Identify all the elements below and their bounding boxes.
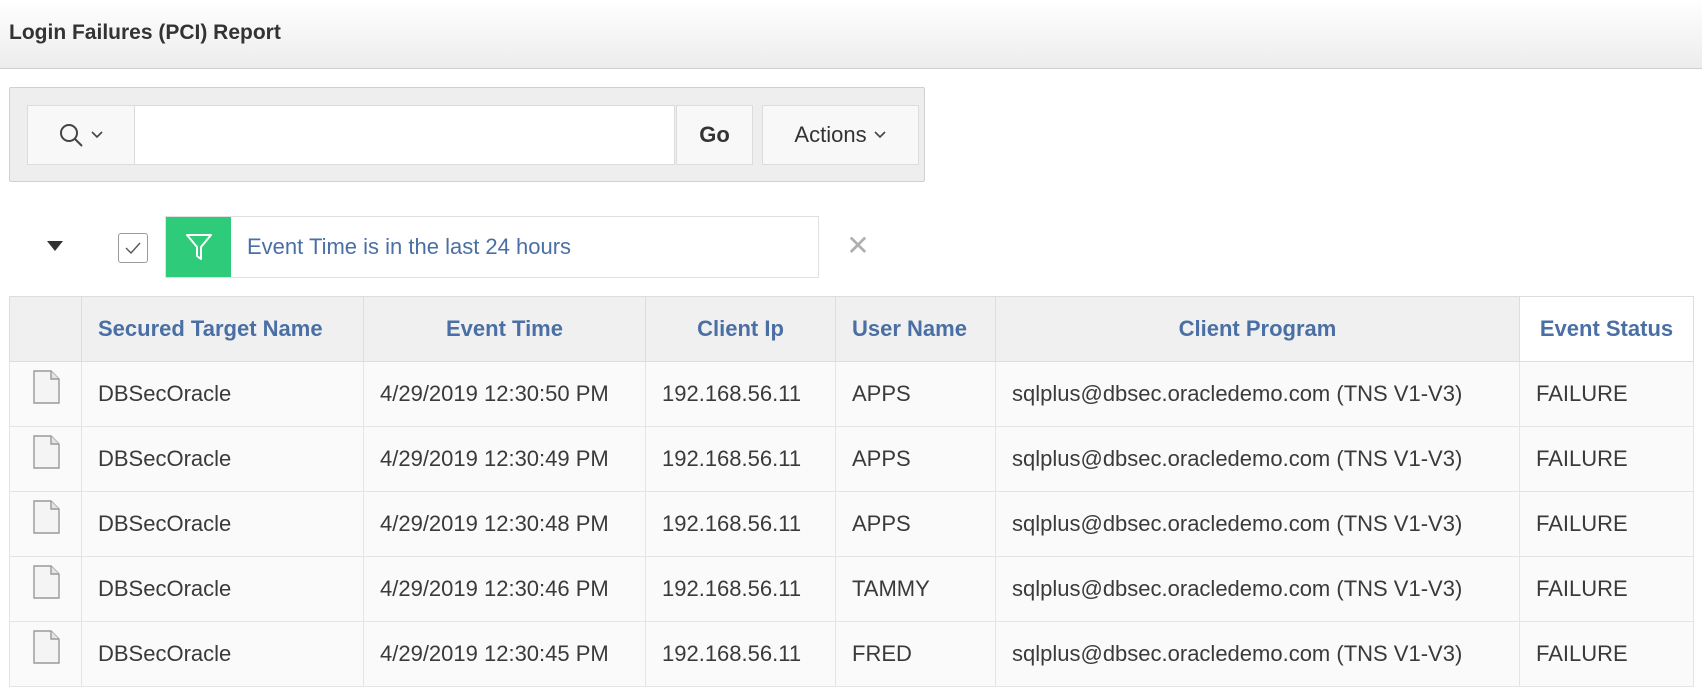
cell-event-status: FAILURE bbox=[1519, 426, 1694, 492]
cell-event-time: 4/29/2019 12:30:48 PM bbox=[363, 491, 646, 557]
column-header-client-program[interactable]: Client Program bbox=[995, 296, 1520, 362]
cell-client-program: sqlplus@dbsec.oracledemo.com (TNS V1-V3) bbox=[995, 491, 1520, 557]
cell-event-time: 4/29/2019 12:30:45 PM bbox=[363, 621, 646, 687]
cell-user-name: TAMMY bbox=[835, 556, 996, 622]
search-toolbar: Go Actions bbox=[9, 87, 925, 182]
column-header-link bbox=[9, 296, 82, 362]
collapse-toggle-icon[interactable] bbox=[45, 236, 65, 256]
go-button[interactable]: Go bbox=[676, 105, 753, 165]
filter-enable-checkbox[interactable] bbox=[118, 233, 148, 263]
row-detail-link[interactable] bbox=[9, 361, 82, 427]
cell-user-name: APPS bbox=[835, 426, 996, 492]
row-detail-link[interactable] bbox=[9, 426, 82, 492]
table-row: DBSecOracle 4/29/2019 12:30:49 PM 192.16… bbox=[9, 426, 1694, 492]
cell-event-status: FAILURE bbox=[1519, 491, 1694, 557]
table-row: DBSecOracle 4/29/2019 12:30:50 PM 192.16… bbox=[9, 361, 1694, 427]
filter-text[interactable]: Event Time is in the last 24 hours bbox=[247, 234, 571, 260]
cell-event-time: 4/29/2019 12:30:46 PM bbox=[363, 556, 646, 622]
table-row: DBSecOracle 4/29/2019 12:30:46 PM 192.16… bbox=[9, 556, 1694, 622]
table-row: DBSecOracle 4/29/2019 12:30:48 PM 192.16… bbox=[9, 491, 1694, 557]
cell-event-time: 4/29/2019 12:30:49 PM bbox=[363, 426, 646, 492]
row-detail-link[interactable] bbox=[9, 556, 82, 622]
document-icon bbox=[32, 500, 60, 534]
cell-client-ip: 192.168.56.11 bbox=[645, 491, 836, 557]
column-header-secured-target-name[interactable]: Secured Target Name bbox=[81, 296, 364, 362]
column-header-client-ip[interactable]: Client Ip bbox=[645, 296, 836, 362]
row-detail-link[interactable] bbox=[9, 621, 82, 687]
actions-menu-button[interactable]: Actions bbox=[762, 105, 919, 165]
cell-event-status: FAILURE bbox=[1519, 361, 1694, 427]
column-header-user-name[interactable]: User Name bbox=[835, 296, 996, 362]
cell-event-time: 4/29/2019 12:30:50 PM bbox=[363, 361, 646, 427]
cell-client-program: sqlplus@dbsec.oracledemo.com (TNS V1-V3) bbox=[995, 556, 1520, 622]
document-icon bbox=[32, 435, 60, 469]
cell-client-ip: 192.168.56.11 bbox=[645, 426, 836, 492]
filter-funnel-icon bbox=[166, 217, 231, 277]
cell-user-name: FRED bbox=[835, 621, 996, 687]
document-icon bbox=[32, 370, 60, 404]
cell-client-ip: 192.168.56.11 bbox=[645, 556, 836, 622]
column-header-event-status[interactable]: Event Status bbox=[1519, 296, 1694, 362]
cell-client-ip: 192.168.56.11 bbox=[645, 621, 836, 687]
document-icon bbox=[32, 565, 60, 599]
column-header-event-time[interactable]: Event Time bbox=[363, 296, 646, 362]
document-icon bbox=[32, 630, 60, 664]
search-column-selector[interactable] bbox=[27, 105, 135, 165]
region-header: Login Failures (PCI) Report bbox=[0, 0, 1702, 69]
filter-chip[interactable]: Event Time is in the last 24 hours bbox=[165, 216, 819, 278]
cell-secured-target-name: DBSecOracle bbox=[81, 621, 364, 687]
search-icon bbox=[60, 124, 83, 147]
table-row: DBSecOracle 4/29/2019 12:30:45 PM 192.16… bbox=[9, 621, 1694, 687]
cell-client-ip: 192.168.56.11 bbox=[645, 361, 836, 427]
remove-filter-icon[interactable]: ✕ bbox=[845, 232, 871, 260]
cell-event-status: FAILURE bbox=[1519, 621, 1694, 687]
page-title: Login Failures (PCI) Report bbox=[9, 21, 281, 44]
chevron-down-icon bbox=[874, 131, 886, 139]
cell-user-name: APPS bbox=[835, 491, 996, 557]
cell-secured-target-name: DBSecOracle bbox=[81, 426, 364, 492]
chevron-down-icon bbox=[91, 131, 103, 139]
cell-user-name: APPS bbox=[835, 361, 996, 427]
cell-secured-target-name: DBSecOracle bbox=[81, 556, 364, 622]
cell-client-program: sqlplus@dbsec.oracledemo.com (TNS V1-V3) bbox=[995, 621, 1520, 687]
cell-client-program: sqlplus@dbsec.oracledemo.com (TNS V1-V3) bbox=[995, 361, 1520, 427]
cell-secured-target-name: DBSecOracle bbox=[81, 491, 364, 557]
cell-client-program: sqlplus@dbsec.oracledemo.com (TNS V1-V3) bbox=[995, 426, 1520, 492]
cell-event-status: FAILURE bbox=[1519, 556, 1694, 622]
check-icon bbox=[125, 242, 141, 255]
row-detail-link[interactable] bbox=[9, 491, 82, 557]
cell-secured-target-name: DBSecOracle bbox=[81, 361, 364, 427]
search-input[interactable] bbox=[135, 105, 675, 165]
report-table: Secured Target Name Event Time Client Ip… bbox=[9, 296, 1694, 687]
actions-label: Actions bbox=[794, 122, 867, 147]
table-header-row: Secured Target Name Event Time Client Ip… bbox=[9, 296, 1694, 362]
